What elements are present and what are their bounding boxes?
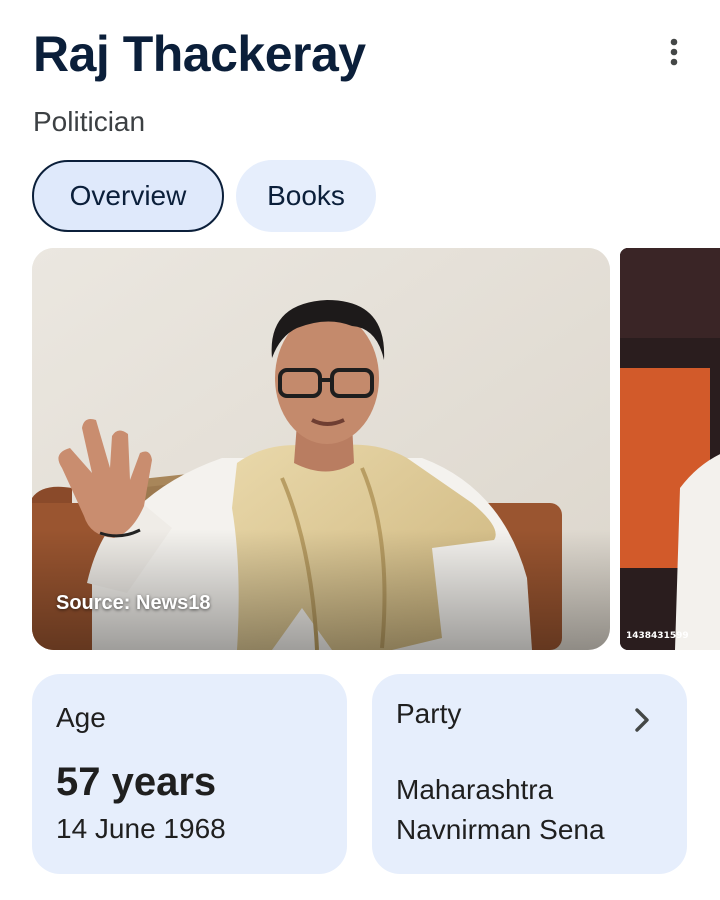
tab-books[interactable]: Books [236, 160, 376, 232]
chevron-right-icon [635, 708, 649, 732]
party-name: Maharashtra Navnirman Sena [396, 770, 666, 850]
more-vert-icon [670, 38, 678, 66]
age-label: Age [56, 702, 106, 733]
party-label: Party [396, 698, 462, 729]
party-card[interactable]: Party Maharashtra Navnirman Sena [372, 674, 687, 874]
party-name-line-2: Navnirman Sena [396, 814, 605, 845]
entity-subtitle: Politician [33, 106, 146, 137]
tab-bar: Overview Books [32, 160, 376, 232]
page-title: Raj Thackeray [33, 26, 366, 82]
image-carousel[interactable]: Source: News18 1438431599 [32, 248, 720, 650]
next-image-preview[interactable]: 1438431599 [620, 248, 720, 650]
next-image-illustration [620, 248, 720, 650]
knowledge-panel: Raj Thackeray Politician Overview Books [0, 0, 720, 900]
tab-overview[interactable]: Overview [32, 160, 224, 232]
portrait-image[interactable]: Source: News18 [32, 248, 610, 650]
party-name-line-1: Maharashtra [396, 774, 554, 805]
age-value: 57 years [56, 760, 217, 804]
age-card[interactable]: Age 57 years 14 June 1968 [32, 674, 347, 874]
portrait-illustration [32, 248, 610, 650]
image-watermark: 1438431599 [626, 631, 689, 641]
birth-date: 14 June 1968 [56, 813, 226, 844]
image-source-caption: Source: News18 [56, 592, 211, 614]
more-options-button[interactable] [652, 30, 696, 74]
